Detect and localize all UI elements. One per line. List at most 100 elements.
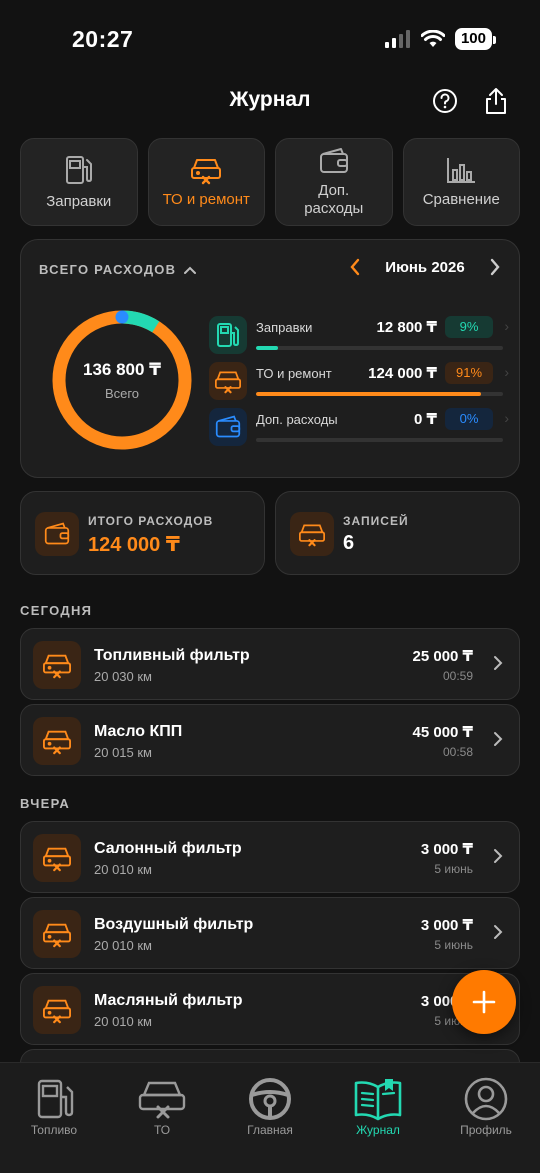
category-percent: 9% (445, 316, 493, 338)
wallet-icon (209, 408, 247, 446)
journal-entry[interactable]: Масляный фильтр 20 010 км 3 000 ₸ 5 июнь (20, 973, 520, 1045)
chevron-right-icon (493, 655, 503, 676)
chevron-right-icon (493, 848, 503, 869)
month-label: Июнь 2026 (385, 258, 465, 276)
entry-amount: 3 000 ₸ (420, 841, 473, 858)
category-row-extra[interactable]: Доп. расходы 0 ₸ 0% › (209, 406, 509, 450)
entry-mileage: 20 010 км (94, 862, 152, 877)
tab-label: ТО и ремонт (162, 191, 250, 208)
fuel-pump-icon (209, 316, 247, 354)
category-row-maintenance[interactable]: ТО и ремонт 124 000 ₸ 91% › (209, 360, 509, 404)
stat-label: ЗАПИСЕЙ (343, 514, 409, 528)
category-percent: 91% (445, 362, 493, 384)
summary-toggle[interactable]: ВСЕГО РАСХОДОВ (39, 262, 197, 277)
car-repair-icon (33, 986, 81, 1034)
entry-title: Салонный фильтр (94, 840, 242, 857)
tab-comparison[interactable]: Сравнение (402, 138, 520, 226)
plus-icon (472, 990, 496, 1014)
status-time: 20:27 (72, 26, 134, 52)
entry-mileage: 20 030 км (94, 669, 152, 684)
battery-indicator: 100 (454, 28, 497, 50)
profile-icon (464, 1077, 508, 1121)
stat-label: ИТОГО РАСХОДОВ (88, 514, 214, 528)
category-bar (256, 438, 503, 442)
header: Журнал (0, 80, 540, 122)
status-icons: 100 (384, 28, 497, 50)
status-bar: 20:27 100 (0, 0, 540, 80)
bar-chart-icon (447, 158, 476, 183)
entry-mileage: 20 010 км (94, 938, 152, 953)
chevron-right-icon (493, 924, 503, 945)
car-repair-icon (290, 512, 334, 556)
journal-entry[interactable]: Топливный фильтр 20 030 км 25 000 ₸ 00:59 (20, 628, 520, 700)
car-repair-icon (209, 362, 247, 400)
entry-amount: 45 000 ₸ (412, 724, 473, 741)
nav-label: Топливо (30, 1123, 78, 1137)
category-amount: 12 800 ₸ (376, 319, 437, 336)
category-name: ТО и ремонт (256, 366, 332, 381)
entry-time: 00:59 (442, 669, 473, 683)
entry-amount: 3 000 ₸ (420, 917, 473, 934)
category-name: Доп. расходы (256, 412, 338, 427)
donut-center: 136 800 ₸ Всего (50, 308, 194, 452)
entry-time: 5 июнь (434, 862, 473, 876)
nav-label: Главная (247, 1123, 293, 1137)
tab-refuels[interactable]: Заправки (20, 138, 138, 226)
donut-total: 136 800 ₸ (82, 359, 161, 379)
nav-maintenance[interactable]: ТО (112, 1077, 212, 1137)
category-name: Заправки (256, 320, 313, 335)
entry-title: Масляный фильтр (94, 992, 243, 1009)
total-expenses-card: ИТОГО РАСХОДОВ 124 000 ₸ (20, 491, 265, 575)
category-row-fuel[interactable]: Заправки 12 800 ₸ 9% › (209, 314, 509, 358)
entry-time: 5 июнь (434, 938, 473, 952)
category-percent: 0% (445, 408, 493, 430)
chevron-right-icon: › (504, 364, 509, 380)
car-repair-icon (138, 1081, 186, 1119)
month-navigator: Июнь 2026 (349, 258, 501, 276)
nav-fuel[interactable]: Топливо (4, 1077, 104, 1137)
next-month-button[interactable] (489, 258, 501, 276)
share-icon (486, 88, 506, 114)
tab-maintenance[interactable]: ТО и ремонт (147, 138, 265, 226)
nav-label: ТО (153, 1123, 171, 1137)
section-yesterday: ВЧЕРА (20, 796, 71, 811)
car-repair-icon (33, 910, 81, 958)
tab-label: Доп. расходы (304, 182, 364, 217)
category-bar-fill (256, 346, 279, 350)
entry-time: 00:58 (442, 745, 473, 759)
records-count-card: ЗАПИСЕЙ 6 (275, 491, 520, 575)
nav-journal[interactable]: Журнал (328, 1077, 428, 1137)
nav-label: Журнал (356, 1123, 400, 1137)
share-button[interactable] (481, 86, 511, 116)
steering-wheel-icon (249, 1078, 291, 1120)
nav-profile[interactable]: Профиль (436, 1077, 536, 1137)
category-bar (256, 392, 503, 396)
chevron-right-icon: › (504, 410, 509, 426)
donut-total-label: Всего (104, 385, 140, 401)
add-entry-button[interactable] (452, 970, 516, 1034)
tab-extra-expenses[interactable]: Доп. расходы (275, 138, 393, 226)
category-bar (256, 346, 503, 350)
fuel-pump-icon (65, 156, 92, 184)
entry-mileage: 20 015 км (94, 745, 152, 760)
category-amount: 0 ₸ (414, 411, 437, 428)
entry-title: Топливный фильтр (94, 647, 250, 664)
help-button[interactable] (430, 86, 460, 116)
entry-amount: 25 000 ₸ (412, 648, 473, 665)
chevron-right-icon (493, 731, 503, 752)
journal-entry[interactable]: Масло КПП 20 015 км 45 000 ₸ 00:58 (20, 704, 520, 776)
summary-card: ВСЕГО РАСХОДОВ Июнь 2026 136 800 ₸ Всего (20, 239, 520, 478)
wallet-icon (35, 512, 79, 556)
wifi-icon (420, 30, 445, 47)
journal-entry[interactable]: Воздушный фильтр 20 010 км 3 000 ₸ 5 июнь (20, 897, 520, 969)
help-icon (433, 89, 457, 113)
stat-value: 124 000 ₸ (88, 534, 180, 556)
wallet-icon (319, 148, 348, 173)
category-bar-fill (256, 392, 481, 396)
car-repair-icon (33, 834, 81, 882)
summary-heading: ВСЕГО РАСХОДОВ (39, 262, 177, 277)
prev-month-button[interactable] (349, 258, 361, 276)
entry-title: Воздушный фильтр (94, 916, 254, 933)
journal-entry[interactable]: Салонный фильтр 20 010 км 3 000 ₸ 5 июнь (20, 821, 520, 893)
nav-home[interactable]: Главная (220, 1077, 320, 1137)
